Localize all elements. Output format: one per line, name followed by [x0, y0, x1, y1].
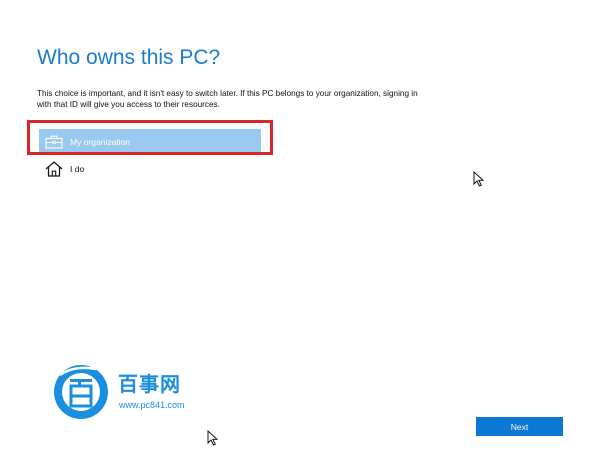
mouse-cursor-icon: [207, 430, 219, 446]
watermark-logo: 百事网 www.pc841.com: [52, 363, 212, 421]
pc841-logo-icon: [54, 365, 108, 419]
option-label: I do: [70, 163, 85, 174]
home-icon: [44, 160, 64, 177]
page-title: Who owns this PC?: [37, 46, 221, 69]
next-button[interactable]: Next: [476, 417, 563, 436]
watermark-url: www.pc841.com: [119, 400, 185, 410]
option-my-organization[interactable]: My organization: [39, 129, 261, 154]
option-label: My organization: [70, 136, 131, 147]
watermark-name: 百事网: [118, 372, 181, 396]
briefcase-icon: [44, 134, 64, 150]
mouse-cursor-icon: [473, 171, 485, 187]
page-description: This choice is important, and it isn't e…: [37, 89, 418, 109]
option-i-do[interactable]: I do: [39, 156, 261, 181]
